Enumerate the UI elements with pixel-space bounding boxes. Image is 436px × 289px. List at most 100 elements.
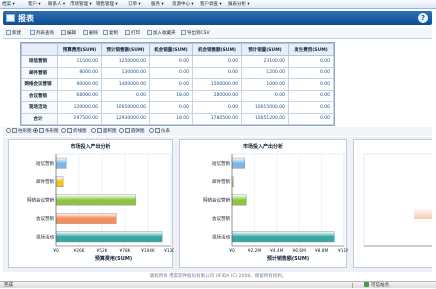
toolbar-button-2[interactable]: 编辑: [61, 30, 76, 37]
column-header[interactable]: 发生费用(SUM): [288, 43, 334, 56]
table-cell: 0.00: [288, 101, 334, 114]
chart-type-icon: [67, 128, 72, 133]
plot-area: [363, 153, 432, 247]
status-bar: 完成 可信站点: [0, 281, 436, 288]
column-header[interactable]: 预算费用(SUM): [57, 43, 102, 56]
toolbar-label: 加入收藏夹: [153, 31, 176, 36]
radio-button[interactable]: [119, 128, 124, 133]
radio-button[interactable]: [6, 128, 11, 133]
table-row: 会议营销 68000.00 0.00 18.00 280000.00 0.00 0.00: [21, 89, 334, 102]
table-cell: 10051200.00: [241, 112, 289, 125]
tick-label: ¥104K: [141, 248, 155, 254]
table-cell: 0.00: [192, 66, 242, 79]
radio-button[interactable]: [91, 128, 96, 133]
menu-item-8[interactable]: 客户调查 ▾: [200, 1, 222, 8]
table-cell: 10015000.00: [241, 101, 289, 114]
radio-button[interactable]: [149, 128, 154, 133]
tick-label: ¥0: [53, 248, 59, 254]
table-cell: 1200.00: [241, 66, 289, 79]
row-label: 网络会议营销: [21, 78, 58, 91]
toolbar-label: 导出到CSV: [187, 31, 210, 36]
chart-title: 市场投入产出分析: [70, 144, 111, 150]
table-cell: 68000.00: [57, 89, 102, 102]
category-label: 现场活动: [212, 233, 230, 240]
table-cell: 11500.00: [57, 55, 102, 68]
table-cell: 1500000.00: [192, 78, 242, 91]
chart-type-option-1[interactable]: 条形图: [33, 128, 59, 135]
table-cell: 1000.00: [241, 78, 289, 91]
chart-type-label: 条形图: [45, 129, 59, 134]
toolbar-label: 删除: [89, 31, 98, 36]
bar[interactable]: [231, 157, 245, 169]
column-header[interactable]: 预计销售额(SUM): [101, 43, 150, 56]
table-row: 合计 297500.00 12930000.00 18.00 1780500.00 100…: [21, 112, 334, 125]
toolbar-button-4[interactable]: 复制: [103, 30, 118, 37]
chart-type-option-0[interactable]: 柱形图: [6, 128, 32, 135]
column-header[interactable]: [21, 43, 58, 56]
column-header[interactable]: 机会销售额(SUM): [192, 43, 242, 56]
chart-type-icon: [125, 128, 130, 133]
menu-item-9[interactable]: 报表分析 ▾: [228, 1, 250, 8]
menu-item-7[interactable]: 资源中心 ▾: [172, 1, 194, 8]
chart-panel-sales: 市场投入产出分析 短信营销 邮件营销 网络会议营销 会议营销 现场活动 ¥0 ¥2.2M ¥4…: [179, 139, 350, 268]
table-cell: 0.00: [288, 55, 334, 68]
table-row: 现场活动 120000.00 10050000.00 0.00 0.00 10015000…: [21, 101, 334, 114]
tick-label: ¥2.2M: [248, 248, 262, 254]
budget-bar-chart: 短信营销邮件营销网络会议营销会议营销现场活动 ¥0 ¥26K ¥52K ¥78K ¥104…: [27, 153, 178, 262]
chart-type-label: 面积图: [103, 129, 117, 134]
status-separator: [352, 283, 353, 288]
menu-item-3[interactable]: 市场管理 ▾: [70, 1, 92, 8]
bar[interactable]: [414, 208, 432, 219]
menu-item-1[interactable]: 客户 ▾: [28, 1, 41, 8]
chart-type-option-3[interactable]: 面积图: [91, 128, 117, 135]
table-cell: 120000.00: [57, 101, 102, 114]
table-cell: 0.00: [149, 55, 193, 68]
table-cell: 0.00: [288, 112, 334, 125]
chart-type-option-5[interactable]: 仪表: [149, 128, 170, 135]
menu-item-4[interactable]: 销售管理 ▾: [96, 1, 118, 8]
bar[interactable]: [55, 194, 136, 206]
bar[interactable]: [55, 213, 117, 224]
bar[interactable]: [55, 231, 163, 243]
column-header[interactable]: 机会销量(SUM): [149, 43, 193, 56]
category-label: 现场活动: [36, 233, 54, 240]
toolbar-button-3[interactable]: 删除: [83, 30, 98, 37]
row-label: 合计: [21, 112, 58, 125]
column-header[interactable]: 预计销量(SUM): [241, 43, 289, 56]
chart-type-label: 圆饼图: [131, 129, 145, 134]
chart-type-option-4[interactable]: 圆饼图: [119, 128, 145, 135]
toolbar-button-6[interactable]: 加入收藏夹: [147, 30, 176, 37]
toolbar-button-7[interactable]: 导出到CSV: [181, 30, 210, 37]
zone-label: 可信站点: [371, 283, 389, 288]
radio-button[interactable]: [61, 128, 66, 133]
table-cell: 1250000.00: [101, 55, 150, 68]
table-cell: 0.00: [192, 101, 242, 114]
bar[interactable]: [231, 194, 247, 206]
bar[interactable]: [231, 231, 335, 243]
toolbar-button-0[interactable]: 新建: [6, 30, 21, 37]
table-cell: 0.00: [288, 66, 334, 79]
category-label: 会议营销: [212, 215, 230, 222]
report-title-bar: 报表 ?: [3, 11, 432, 25]
menu-item-6[interactable]: 服务 ▾: [151, 1, 164, 8]
toolbar-button-1[interactable]: 列表查询: [30, 30, 54, 37]
category-label: 网络会议营销: [27, 197, 54, 204]
chart-type-selector: 柱形图 条形图 折线图 面积图 圆饼图 仪表: [3, 127, 432, 136]
menu-item-5[interactable]: 订单 ▾: [128, 1, 141, 8]
category-label: 邮件营销: [36, 178, 54, 185]
table-row: 网络会议营销 90000.00 1400000.00 0.00 1500000.00 10…: [21, 78, 334, 91]
radio-button[interactable]: [33, 128, 38, 133]
menu-item-2[interactable]: 联系人 ▾: [48, 1, 65, 8]
toolbar-icon: [147, 30, 152, 35]
table-cell: 12930000.00: [101, 112, 150, 125]
chart-type-option-2[interactable]: 折线图: [61, 128, 87, 135]
bar[interactable]: [55, 176, 64, 187]
bar[interactable]: [55, 157, 67, 169]
toolbar-button-5[interactable]: 打印: [125, 30, 140, 37]
table-cell: 90000.00: [57, 78, 102, 91]
menu-item-0[interactable]: 档案 ▾: [2, 1, 15, 8]
report-icon: [6, 14, 15, 22]
toolbar-label: 列表查询: [36, 31, 54, 36]
toolbar-label: 编辑: [67, 31, 76, 36]
help-icon[interactable]: ?: [418, 13, 428, 23]
